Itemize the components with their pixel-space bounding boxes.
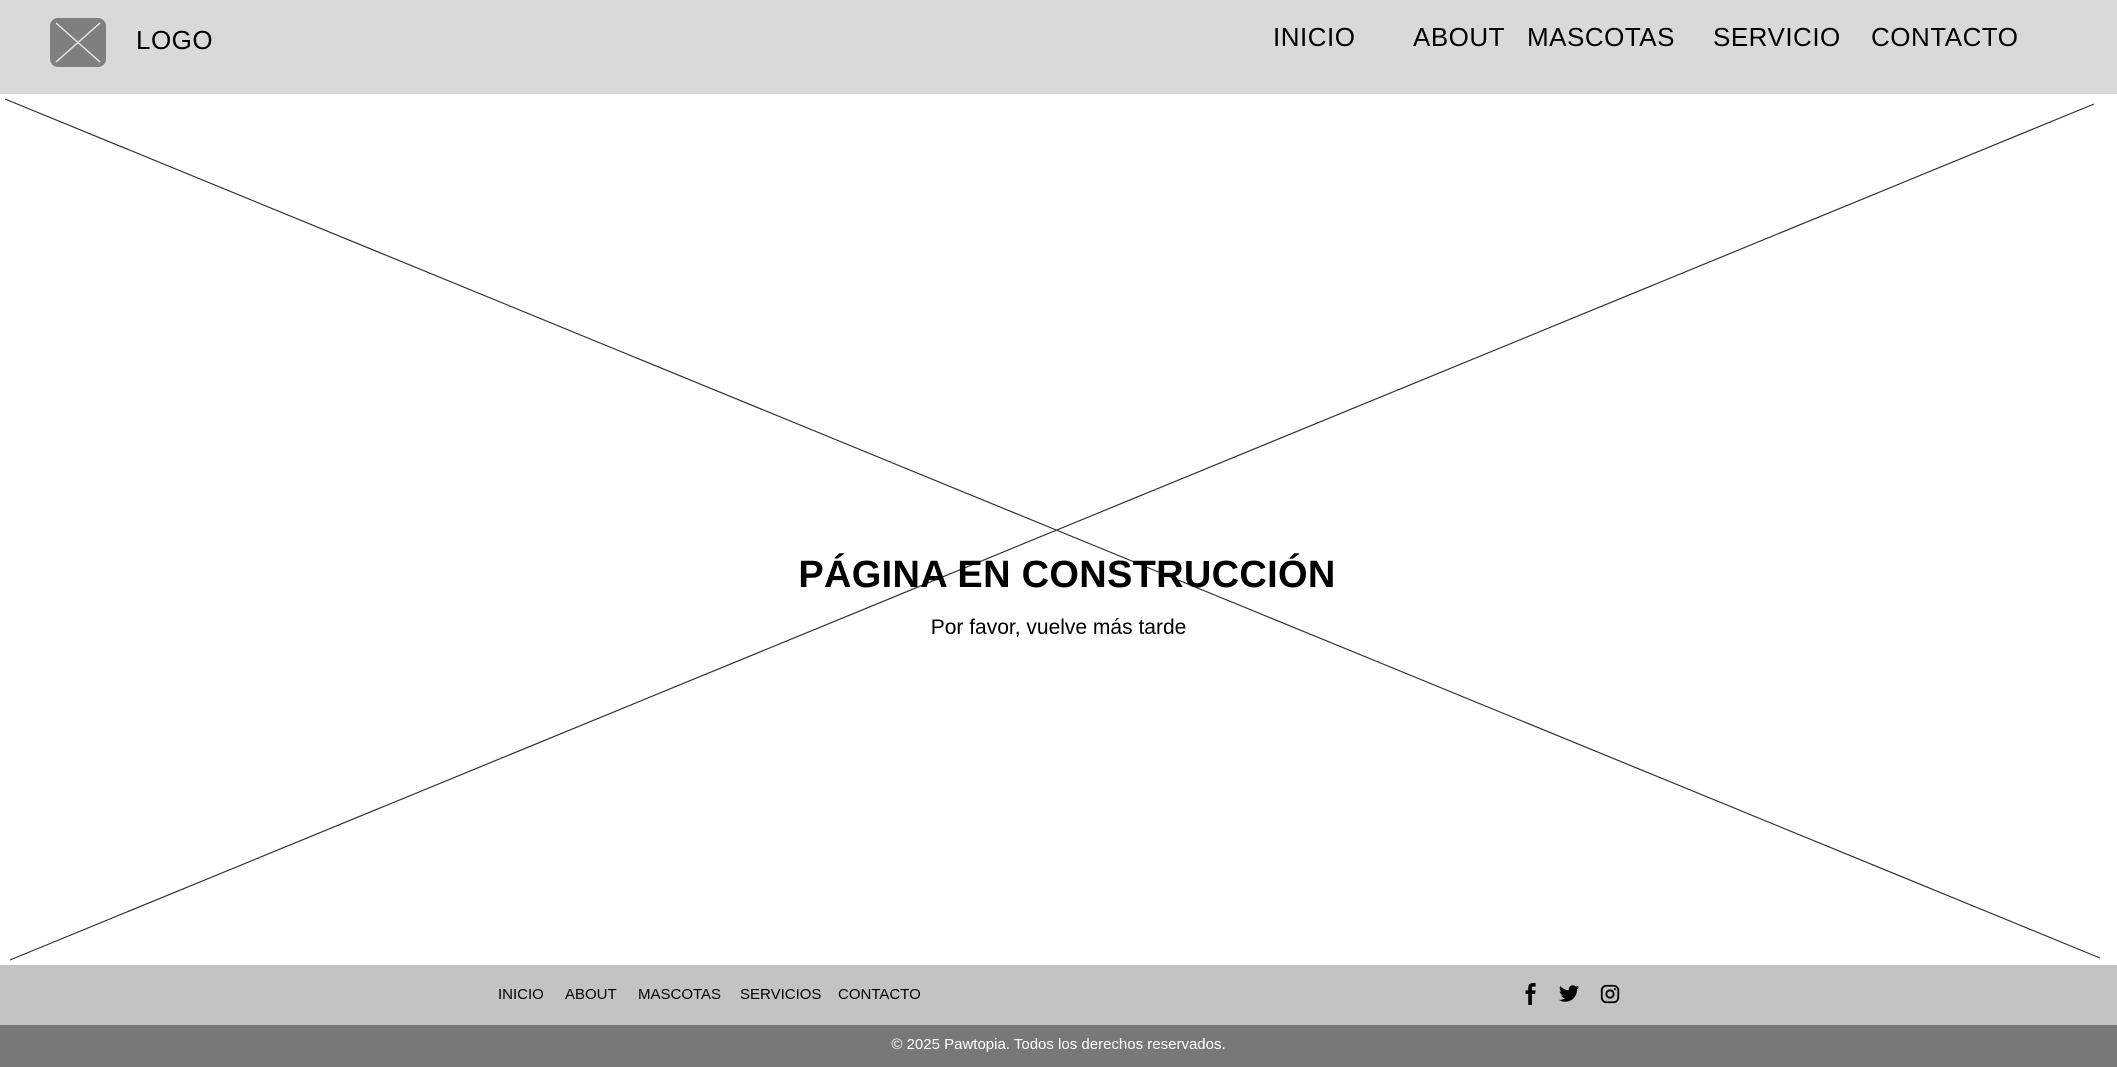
- footer-link-contacto[interactable]: CONTACTO: [838, 986, 921, 1003]
- main-image-placeholder: PÁGINA EN CONSTRUCCIÓN Por favor, vuelve…: [0, 94, 2117, 965]
- footer-bottom-bar: © 2025 Pawtopia. Todos los derechos rese…: [0, 1025, 2117, 1067]
- copyright-text: © 2025 Pawtopia. Todos los derechos rese…: [891, 1036, 1226, 1053]
- footer-link-servicios[interactable]: SERVICIOS: [740, 986, 821, 1003]
- page: LOGO INICIO ABOUT MASCOTAS SERVICIO CONT…: [0, 0, 2117, 1067]
- footer-link-mascotas[interactable]: MASCOTAS: [638, 986, 721, 1003]
- nav-item-contacto[interactable]: CONTACTO: [1871, 22, 2018, 53]
- footer-link-inicio[interactable]: INICIO: [498, 986, 544, 1003]
- page-title: PÁGINA EN CONSTRUCCIÓN: [798, 554, 1336, 596]
- nav-item-inicio[interactable]: INICIO: [1273, 22, 1355, 53]
- nav-item-servicio[interactable]: SERVICIO: [1713, 22, 1841, 53]
- instagram-icon[interactable]: [1599, 983, 1621, 1005]
- nav-item-about[interactable]: ABOUT: [1413, 22, 1505, 53]
- twitter-icon[interactable]: [1558, 983, 1580, 1005]
- image-placeholder-icon: [55, 22, 101, 63]
- site-header: LOGO INICIO ABOUT MASCOTAS SERVICIO CONT…: [0, 0, 2117, 94]
- footer-nav: INICIO ABOUT MASCOTAS SERVICIOS CONTACTO: [0, 965, 2117, 1025]
- logo-image-placeholder[interactable]: [50, 18, 106, 67]
- facebook-icon[interactable]: [1520, 983, 1542, 1005]
- nav-item-mascotas[interactable]: MASCOTAS: [1527, 22, 1675, 53]
- footer-link-about[interactable]: ABOUT: [565, 986, 617, 1003]
- page-subtitle: Por favor, vuelve más tarde: [930, 616, 1187, 639]
- placeholder-cross-lines: [4, 98, 2101, 961]
- logo-text[interactable]: LOGO: [136, 25, 213, 56]
